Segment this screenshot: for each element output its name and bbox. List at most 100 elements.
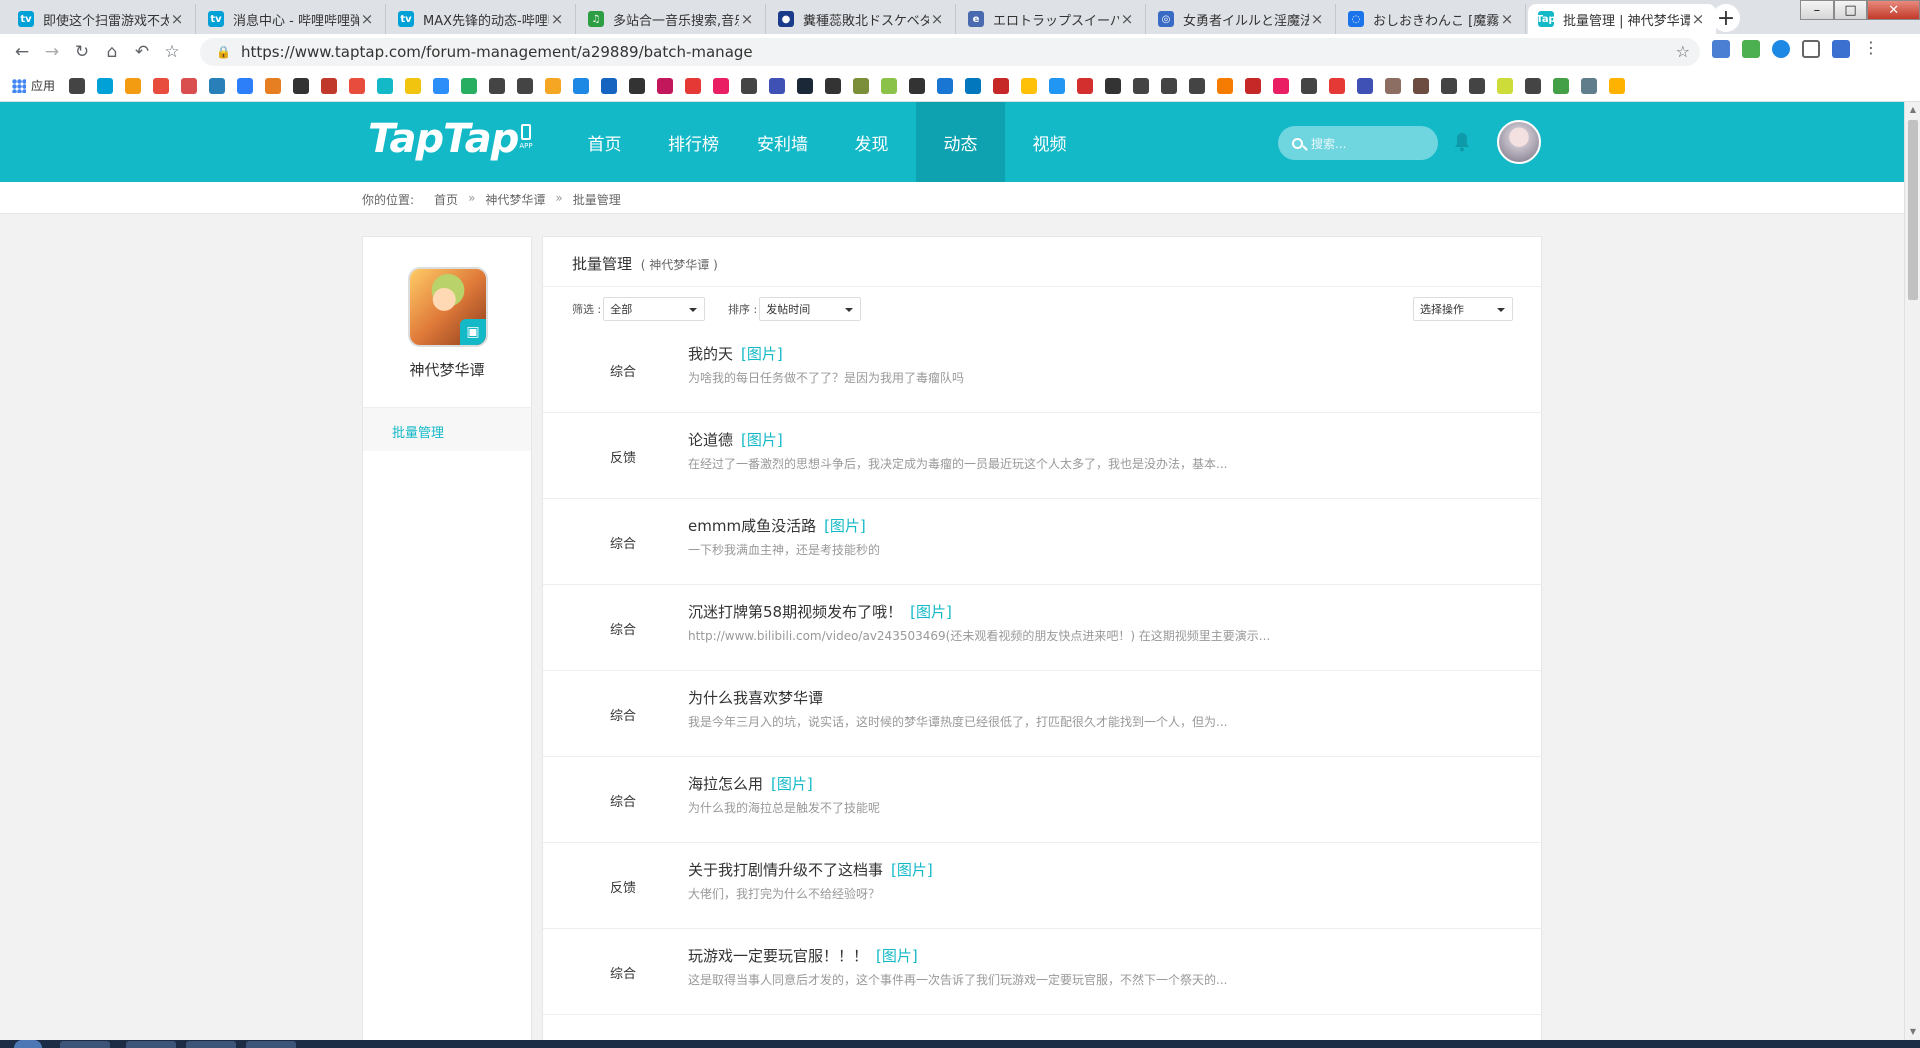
bookmark-favicon-icon[interactable] bbox=[125, 77, 142, 94]
bookmark-favicon-icon[interactable] bbox=[1553, 77, 1570, 94]
filter-select[interactable]: 全部 bbox=[603, 297, 706, 321]
start-button[interactable] bbox=[14, 1040, 42, 1048]
crop-icon[interactable] bbox=[1802, 40, 1820, 58]
app-download-icon[interactable]: APP bbox=[518, 124, 534, 154]
user-avatar[interactable] bbox=[1497, 120, 1541, 164]
tab-close-icon[interactable]: × bbox=[359, 10, 375, 28]
batch-action-select[interactable]: 选择操作 bbox=[1413, 297, 1513, 321]
bookmark-favicon-icon[interactable] bbox=[1021, 77, 1038, 94]
game-name[interactable]: 神代梦华谭 bbox=[363, 359, 531, 380]
tab-close-icon[interactable]: × bbox=[1499, 10, 1515, 28]
post-title[interactable]: 论道德 [图片] bbox=[688, 429, 783, 450]
nav-item[interactable]: 安利墙 bbox=[738, 102, 827, 182]
post-title[interactable]: 海拉怎么用 [图片] bbox=[688, 773, 813, 794]
browser-tab[interactable]: e エロトラップスイーパ × bbox=[958, 4, 1146, 34]
post-title[interactable]: 为什么我喜欢梦华谭 bbox=[688, 687, 823, 708]
browser-tab[interactable]: tv 消息中心 - 哔哩哔哩弹幕× bbox=[198, 4, 386, 34]
bookmark-favicon-icon[interactable] bbox=[433, 77, 450, 94]
taptap-logo[interactable]: TapTap bbox=[368, 116, 519, 162]
nav-item[interactable]: 排行榜 bbox=[649, 102, 738, 182]
scrollbar-thumb[interactable] bbox=[1908, 120, 1918, 300]
bookmark-favicon-icon[interactable] bbox=[461, 77, 478, 94]
bookmark-favicon-icon[interactable] bbox=[489, 77, 506, 94]
browser-tab[interactable]: ◌ おしおきわんこ [魔霧 × bbox=[1338, 4, 1526, 34]
bookmark-favicon-icon[interactable] bbox=[741, 77, 758, 94]
taskbar-app[interactable] bbox=[60, 1041, 110, 1048]
taskbar-app[interactable] bbox=[126, 1041, 176, 1048]
bookmark-favicon-icon[interactable] bbox=[1469, 77, 1486, 94]
bookmark-favicon-icon[interactable] bbox=[1077, 77, 1094, 94]
post-title[interactable]: 玩游戏一定要玩官服！！！ [图片] bbox=[688, 945, 918, 966]
post-row[interactable]: 综合 emmm咸鱼没活路 [图片] 一下秒我满血主神，还是考技能秒的 bbox=[543, 499, 1541, 585]
sort-select[interactable]: 发帖时间 bbox=[759, 297, 862, 321]
search-input[interactable]: 搜索... bbox=[1278, 126, 1438, 160]
tab-close-icon[interactable]: × bbox=[169, 10, 185, 28]
new-tab-button[interactable]: + bbox=[1712, 4, 1740, 32]
bookmark-favicon-icon[interactable] bbox=[629, 77, 646, 94]
bookmark-favicon-icon[interactable] bbox=[545, 77, 562, 94]
tab-close-icon[interactable]: × bbox=[739, 10, 755, 28]
bookmark-favicon-icon[interactable] bbox=[1609, 77, 1626, 94]
post-row[interactable]: 综合 为什么我喜欢梦华谭 我是今年三月入的坑，说实话，这时候的梦华谭热度已经很低了，… bbox=[543, 671, 1541, 757]
post-title[interactable]: 沉迷打牌第58期视频发布了哦！ [图片] bbox=[688, 601, 952, 622]
bookmark-favicon-icon[interactable] bbox=[405, 77, 422, 94]
bookmark-favicon-icon[interactable] bbox=[1217, 77, 1234, 94]
bookmark-apps[interactable]: 应用 bbox=[12, 77, 55, 94]
bookmark-favicon-icon[interactable] bbox=[797, 77, 814, 94]
url-field[interactable]: 🔒 https://www.taptap.com/forum-managemen… bbox=[200, 38, 1700, 66]
bookmark-favicon-icon[interactable] bbox=[321, 77, 338, 94]
bookmark-favicon-icon[interactable] bbox=[909, 77, 926, 94]
bookmark-favicon-icon[interactable] bbox=[993, 77, 1010, 94]
bookmark-favicon-icon[interactable] bbox=[181, 77, 198, 94]
browser-tab[interactable]: tv 即使这个扫雷游戏不太正经× bbox=[8, 4, 196, 34]
bookmark-favicon-icon[interactable] bbox=[1273, 77, 1290, 94]
post-row[interactable]: 综合 沉迷打牌第58期视频发布了哦！ [图片] http://www.bilibili… bbox=[543, 585, 1541, 671]
bookmark-favicon-icon[interactable] bbox=[769, 77, 786, 94]
notification-bell-icon[interactable] bbox=[1454, 132, 1470, 152]
bookmark-favicon-icon[interactable] bbox=[97, 77, 114, 94]
minimize-button[interactable]: – bbox=[1800, 0, 1834, 20]
bookmark-favicon-icon[interactable] bbox=[1133, 77, 1150, 94]
close-window-button[interactable]: ✕ bbox=[1867, 0, 1920, 20]
post-row[interactable]: 反馈 关于我打剧情升级不了这档事 [图片] 大佬们，我打完为什么不给经验呀？ bbox=[543, 843, 1541, 929]
post-row[interactable]: 综合 海拉怎么用 [图片] 为什么我的海拉总是触发不了技能呢 bbox=[543, 757, 1541, 843]
bookmark-favicon-icon[interactable] bbox=[265, 77, 282, 94]
bookmark-favicon-icon[interactable] bbox=[1161, 77, 1178, 94]
bookmark-page-icon[interactable]: ☆ bbox=[1676, 42, 1690, 61]
sidebar-item-batch-manage[interactable]: 批量管理 bbox=[363, 407, 531, 451]
bookmark-favicon-icon[interactable] bbox=[1189, 77, 1206, 94]
bookmark-favicon-icon[interactable] bbox=[657, 77, 674, 94]
tab-close-icon[interactable]: × bbox=[1690, 10, 1706, 28]
bookmark-favicon-icon[interactable] bbox=[237, 77, 254, 94]
scroll-up-icon[interactable]: ▲ bbox=[1905, 102, 1920, 118]
browser-tab[interactable]: ◎ 女勇者イルルと淫魔法 × bbox=[1148, 4, 1336, 34]
bookmark-favicon-icon[interactable] bbox=[853, 77, 870, 94]
bookmark-favicon-icon[interactable] bbox=[881, 77, 898, 94]
bookmark-favicon-icon[interactable] bbox=[377, 77, 394, 94]
post-row[interactable]: 综合 玩游戏一定要玩官服！！！ [图片] 这是取得当事人同意后才发的，这个事件再一次告… bbox=[543, 929, 1541, 1015]
post-row[interactable]: 反馈 论道德 [图片] 在经过了一番激烈的思想斗争后，我决定成为毒瘤的一员最近玩这个人… bbox=[543, 413, 1541, 499]
bookmark-favicon-icon[interactable] bbox=[937, 77, 954, 94]
bookmark-favicon-icon[interactable] bbox=[1357, 77, 1374, 94]
download-extension-icon[interactable] bbox=[1832, 40, 1850, 58]
tab-close-icon[interactable]: × bbox=[549, 10, 565, 28]
bookmark-favicon-icon[interactable] bbox=[825, 77, 842, 94]
bookmark-favicon-icon[interactable] bbox=[349, 77, 366, 94]
bookmark-favicon-icon[interactable] bbox=[1413, 77, 1430, 94]
bookmark-favicon-icon[interactable] bbox=[1245, 77, 1262, 94]
bookmark-favicon-icon[interactable] bbox=[153, 77, 170, 94]
forward-icon[interactable]: → bbox=[40, 40, 64, 64]
tab-close-icon[interactable]: × bbox=[929, 10, 945, 28]
browser-tab[interactable]: tv MAX先锋的动态-哔哩哔哩× bbox=[388, 4, 576, 34]
bookmark-favicon-icon[interactable] bbox=[601, 77, 618, 94]
tab-close-icon[interactable]: × bbox=[1119, 10, 1135, 28]
post-title[interactable]: 我的天 [图片] bbox=[688, 343, 783, 364]
back-icon[interactable]: ← bbox=[10, 40, 34, 64]
breadcrumb-game[interactable]: 神代梦华谭 bbox=[485, 191, 545, 208]
nav-item[interactable]: 发现 bbox=[827, 102, 916, 182]
browser-tab[interactable]: Tap 批量管理 | 神代梦华谭 × bbox=[1528, 4, 1716, 34]
bookmark-favicon-icon[interactable] bbox=[1329, 77, 1346, 94]
bookmark-favicon-icon[interactable] bbox=[713, 77, 730, 94]
bookmark-favicon-icon[interactable] bbox=[293, 77, 310, 94]
nav-item[interactable]: 首页 bbox=[560, 102, 649, 182]
